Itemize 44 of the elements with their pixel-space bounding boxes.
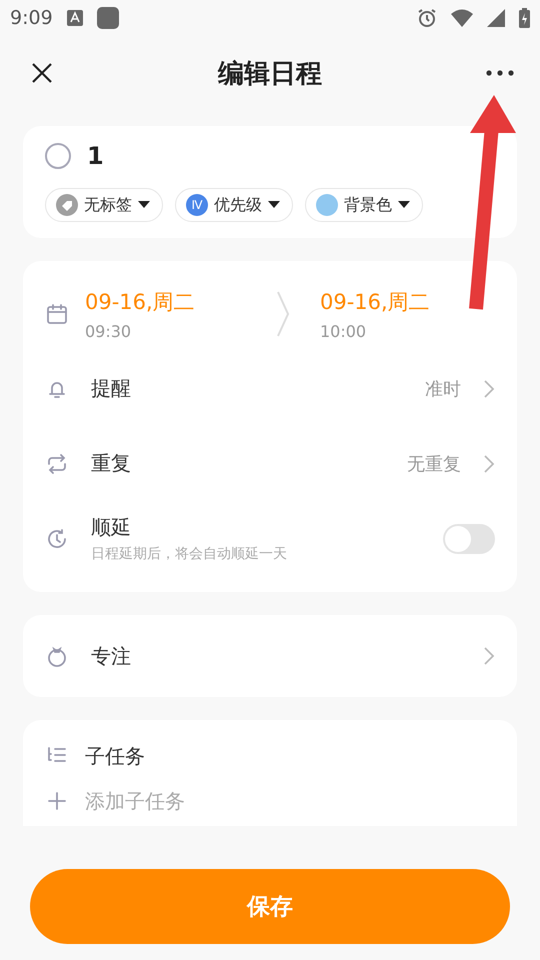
clock-arrow-icon <box>45 526 69 550</box>
status-time: 9:09 <box>10 7 53 29</box>
chevron-right-icon <box>483 454 495 474</box>
setting-hint: 日程延期后，将会自动顺延一天 <box>91 545 288 563</box>
setting-value[interactable]: 无重复 <box>407 452 461 476</box>
wifi-icon <box>451 9 473 27</box>
page-title: 编辑日程 <box>216 58 323 90</box>
setting-label: 重复 <box>91 450 132 477</box>
add-subtask-link[interactable]: 添加子任务 <box>85 788 185 814</box>
close-icon[interactable] <box>30 61 54 85</box>
start-date[interactable]: 09-16,周二 <box>85 288 260 316</box>
end-time[interactable]: 10:00 <box>320 322 495 340</box>
priority-badge: Ⅳ <box>186 194 208 216</box>
tag-icon <box>56 194 78 216</box>
setting-label: 顺延 <box>91 514 132 541</box>
setting-value[interactable]: 准时 <box>425 376 461 400</box>
alarm-icon <box>417 8 437 28</box>
task-checkbox[interactable] <box>45 143 71 169</box>
subtask-label: 子任务 <box>85 742 145 770</box>
notification-icon <box>66 10 83 26</box>
chip-dropdown[interactable]: Ⅳ 优先级 <box>175 188 293 222</box>
task-title[interactable]: 1 <box>87 142 104 170</box>
more-icon[interactable] <box>486 70 514 76</box>
caret-icon <box>268 201 280 209</box>
setting-label: 提醒 <box>91 375 132 402</box>
chevron-right-icon <box>483 378 495 398</box>
focus-label[interactable]: 专注 <box>91 642 461 670</box>
chevron-right-icon <box>483 646 495 666</box>
save-button[interactable]: 保存 <box>30 869 510 944</box>
signal-icon <box>487 9 505 27</box>
chip-dropdown[interactable]: 无标签 <box>45 188 163 222</box>
caret-icon <box>398 201 410 209</box>
chip-dropdown[interactable]: 背景色 <box>305 188 423 222</box>
plus-icon <box>45 789 69 813</box>
toggle-switch[interactable] <box>443 524 495 554</box>
start-time[interactable]: 09:30 <box>85 322 260 340</box>
repeat-icon <box>45 452 69 476</box>
caret-icon <box>138 201 150 209</box>
calendar-icon <box>45 302 69 326</box>
app-icon <box>96 7 119 29</box>
separator-icon <box>276 290 290 338</box>
tomato-icon <box>45 644 69 668</box>
end-date[interactable]: 09-16,周二 <box>320 288 495 316</box>
battery-icon <box>519 8 530 28</box>
